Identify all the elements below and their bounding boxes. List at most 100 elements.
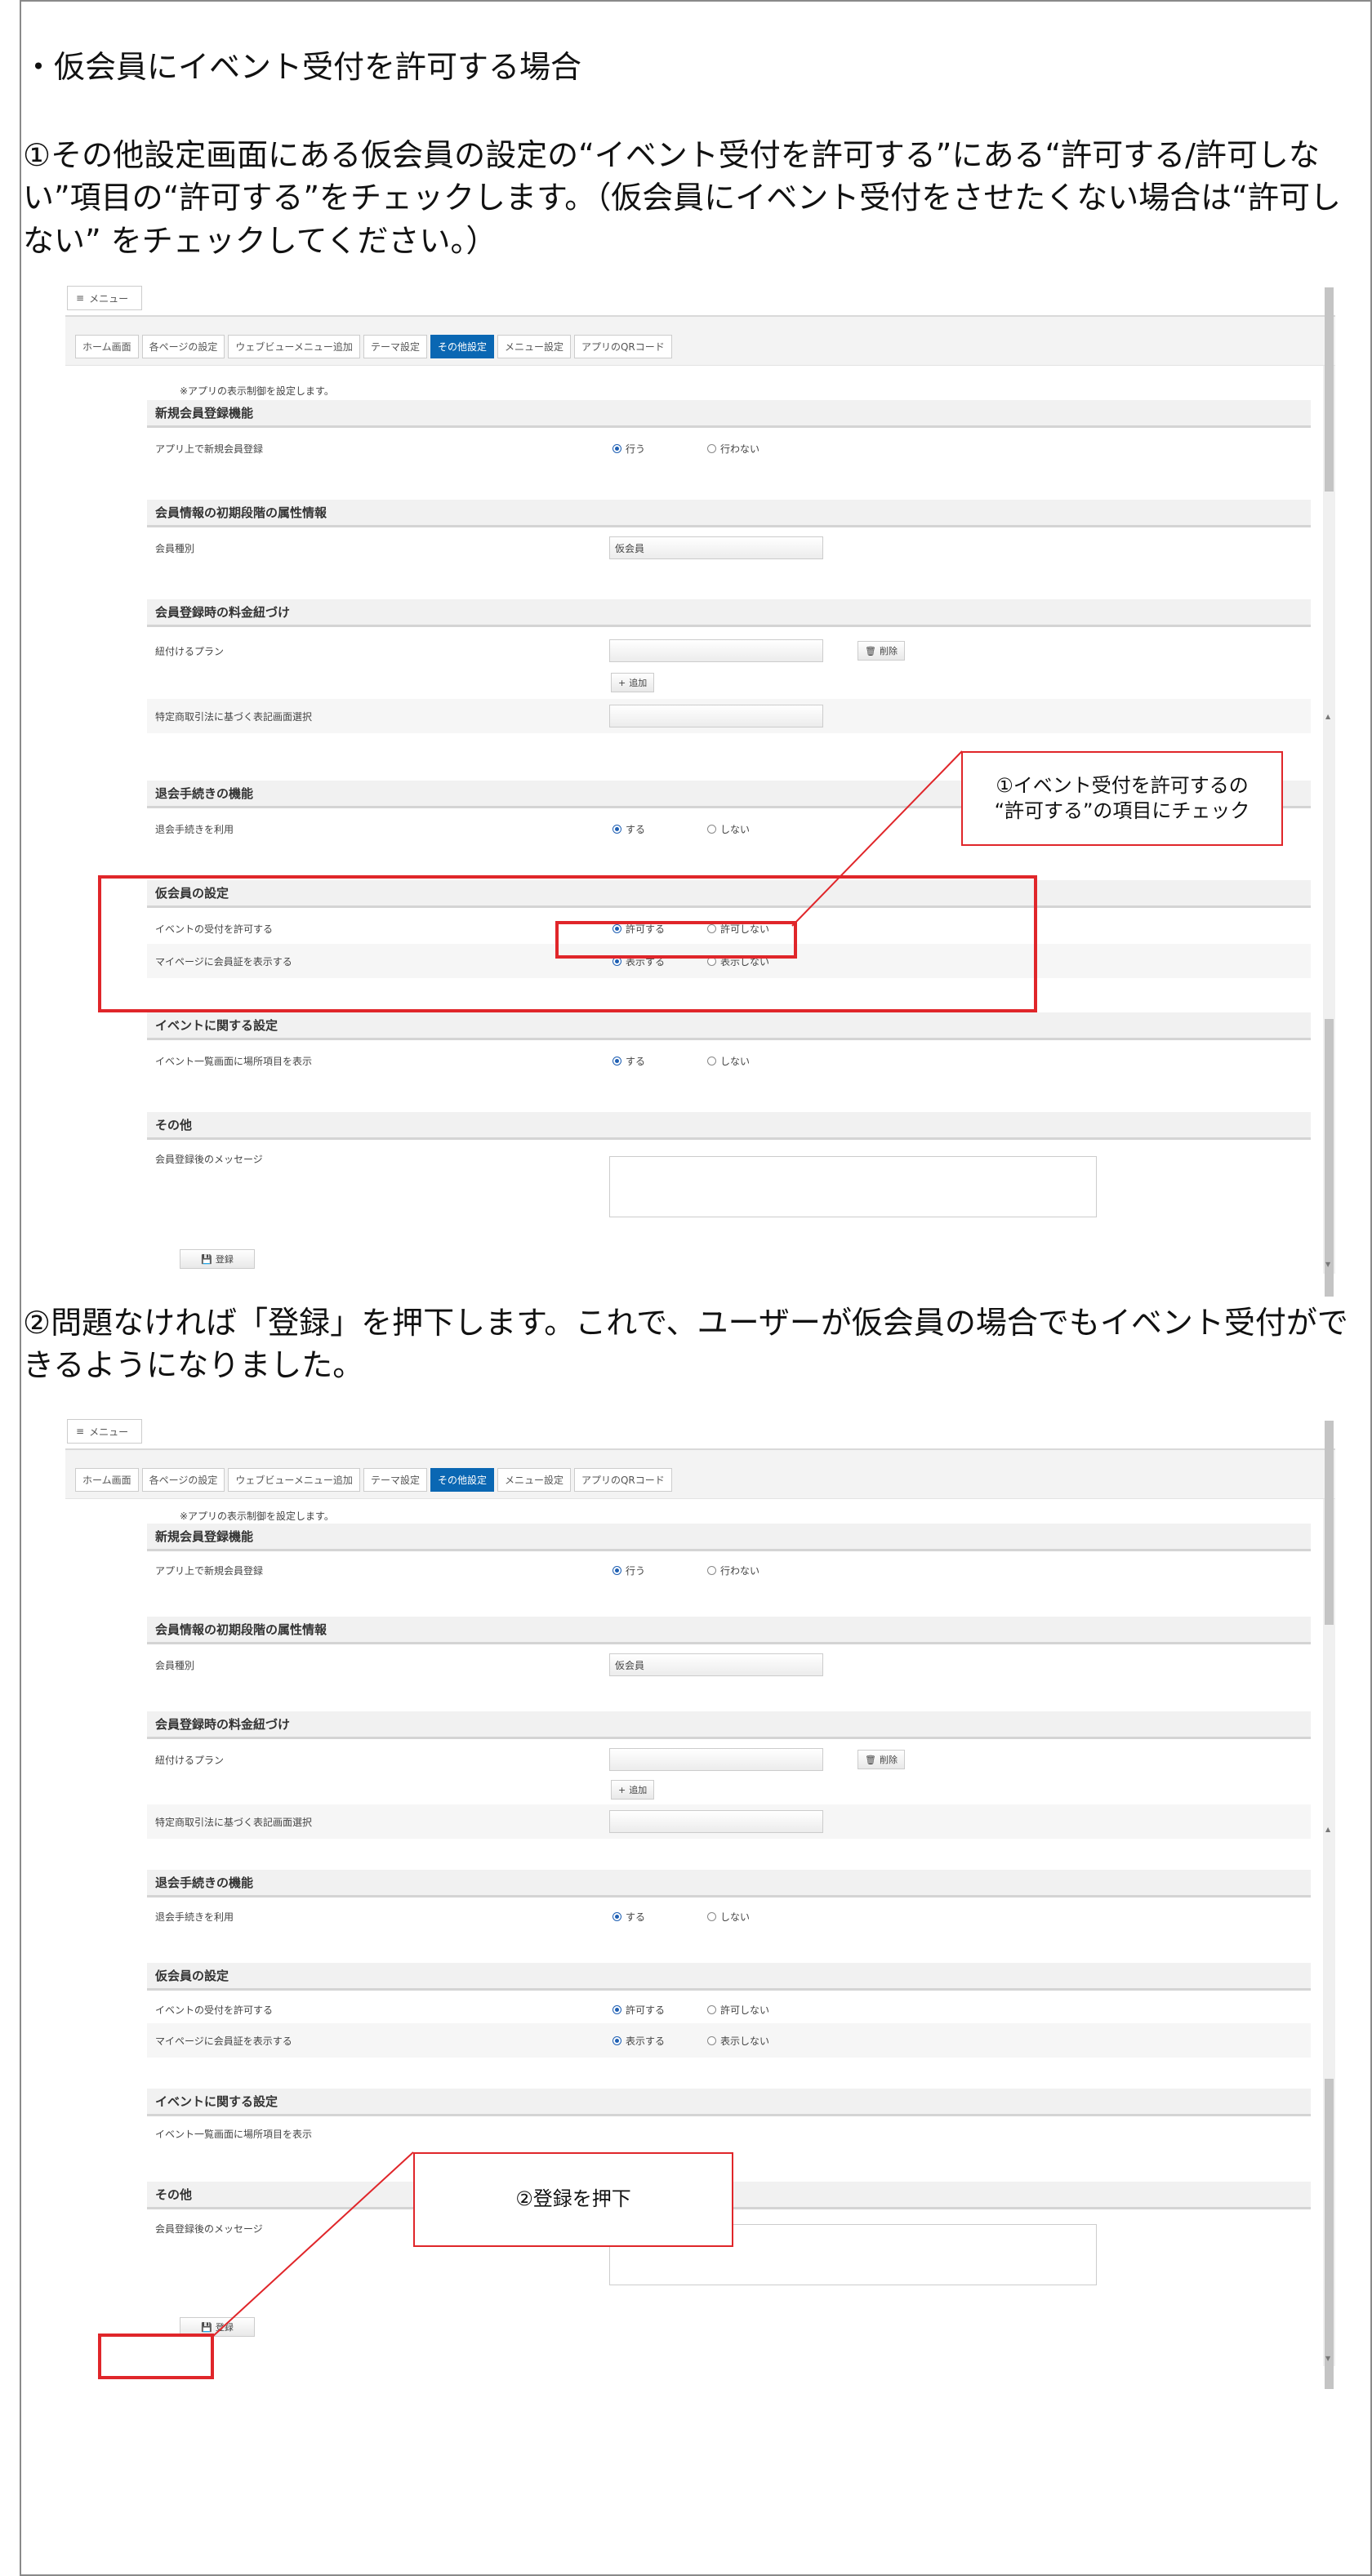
scroll-thumb-top[interactable] — [1325, 287, 1334, 492]
law-notation-select[interactable] — [609, 705, 823, 727]
label-law-notation: 特定商取引法に基づく表記画面選択 — [155, 710, 313, 723]
row-withdraw: 退会手続きを利用 する しない — [147, 1899, 1311, 1933]
row-event-permit: イベントの受付を許可する 許可する 許可しない — [147, 1992, 1311, 2027]
callout-step2: ②登録を押下 — [413, 2152, 733, 2247]
plus-icon: + — [618, 677, 626, 688]
label-event-location: イベント一覧画面に場所項目を表示 — [155, 1055, 313, 1067]
step2-text: ②問題なければ「登録」を押下します。これで、ユーザーが仮会員の場合でもイベント受… — [23, 1305, 1348, 1384]
menu-button[interactable]: ≡ メニュー — [67, 1419, 142, 1444]
label-event-location: イベント一覧画面に場所項目を表示 — [155, 2128, 313, 2140]
tab-list: ホーム画面 各ページの設定 ウェブビューメニュー追加 テーマ設定 その他設定 メ… — [75, 1468, 672, 1492]
tab-list: ホーム画面 各ページの設定 ウェブビューメニュー追加 テーマ設定 その他設定 メ… — [75, 335, 672, 358]
delete-plan-button[interactable]: 🗑 削除 — [858, 641, 905, 661]
member-type-select[interactable]: 仮会員 — [609, 1653, 823, 1676]
radio-new-member-no[interactable]: 行わない — [707, 1564, 760, 1577]
row-plan: 紐付けるプラン 🗑 削除 — [147, 1742, 1311, 1777]
tab-menu-settings[interactable]: メニュー設定 — [497, 1468, 571, 1492]
register-button[interactable]: 💾 登録 — [180, 1249, 255, 1269]
add-plan-button[interactable]: + 追加 — [611, 673, 655, 692]
row-law-notation: 特定商取引法に基づく表記画面選択 — [147, 699, 1311, 733]
radio-new-member-yes[interactable]: 行う — [612, 442, 645, 456]
section-fee-link: 会員登録時の料金紐づけ — [147, 1711, 1311, 1739]
tab-webview-menu[interactable]: ウェブビューメニュー追加 — [228, 1468, 360, 1492]
hamburger-icon: ≡ — [76, 1426, 85, 1437]
label-member-type: 会員種別 — [155, 542, 195, 554]
tab-webview-menu[interactable]: ウェブビューメニュー追加 — [228, 335, 360, 358]
tab-home[interactable]: ホーム画面 — [75, 1468, 139, 1492]
radio-event-permit-no[interactable]: 許可しない — [707, 2003, 769, 2017]
tab-menu-settings[interactable]: メニュー設定 — [497, 335, 571, 358]
scrollbar[interactable]: ▲ ▲ ▼ — [1323, 1421, 1335, 2389]
section-withdraw: 退会手続きの機能 — [147, 1870, 1311, 1898]
menu-button[interactable]: ≡ メニュー — [67, 286, 142, 310]
permit-option-highlight — [555, 921, 797, 959]
row-new-member: アプリ上で新規会員登録 行う 行わない — [147, 431, 1311, 465]
radio-withdraw-no[interactable]: しない — [707, 822, 750, 836]
label-law-notation: 特定商取引法に基づく表記画面選択 — [155, 1816, 313, 1828]
scroll-thumb[interactable] — [1325, 1019, 1334, 1297]
plan-select[interactable] — [609, 639, 823, 662]
label-member-type: 会員種別 — [155, 1659, 195, 1671]
label-withdraw: 退会手続きを利用 — [155, 1911, 234, 1923]
section-event: イベントに関する設定 — [147, 2089, 1311, 2116]
delete-plan-button[interactable]: 🗑 削除 — [858, 1750, 905, 1769]
section-initial-attr: 会員情報の初期段階の属性情報 — [147, 1617, 1311, 1644]
section-event: イベントに関する設定 — [147, 1012, 1311, 1040]
row-member-card: マイページに会員証を表示する 表示する 表示しない — [147, 2023, 1311, 2058]
label-member-card: マイページに会員証を表示する — [155, 2035, 292, 2047]
scroll-mid-icon: ▲ — [1325, 1826, 1331, 1833]
tab-page-settings[interactable]: 各ページの設定 — [141, 1468, 225, 1492]
tab-page-settings[interactable]: 各ページの設定 — [141, 335, 225, 358]
tab-home[interactable]: ホーム画面 — [75, 335, 139, 358]
row-event-location: イベント一覧画面に場所項目を表示 — [147, 2116, 1311, 2151]
scrollbar[interactable]: ▲ ▲ ▼ — [1323, 287, 1335, 1297]
scroll-down-icon[interactable]: ▼ — [1325, 1261, 1330, 1268]
member-type-select[interactable]: 仮会員 — [609, 536, 823, 559]
tab-qr-code[interactable]: アプリのQRコード — [573, 335, 672, 358]
scroll-down-icon[interactable]: ▼ — [1325, 2355, 1330, 2362]
hamburger-icon: ≡ — [76, 292, 85, 304]
add-plan-button[interactable]: + 追加 — [611, 1780, 655, 1800]
tab-theme[interactable]: テーマ設定 — [363, 335, 427, 358]
radio-member-card-no[interactable]: 表示しない — [707, 2034, 769, 2048]
radio-withdraw-no[interactable]: しない — [707, 1910, 750, 1924]
radio-withdraw-yes[interactable]: する — [612, 822, 645, 836]
radio-member-card-yes[interactable]: 表示する — [612, 2034, 665, 2048]
label-message: 会員登録後のメッセージ — [155, 1153, 263, 1165]
row-member-type: 会員種別 仮会員 — [147, 531, 1311, 565]
scroll-thumb-top[interactable] — [1325, 1421, 1334, 1625]
register-button-highlight — [98, 2334, 214, 2379]
row-event-location: イベント一覧画面に場所項目を表示 する しない — [147, 1043, 1311, 1078]
section-heading: ・仮会員にイベント受付を許可する場合 — [23, 49, 582, 85]
radio-new-member-yes[interactable]: 行う — [612, 1564, 645, 1577]
section-new-member: 新規会員登録機能 — [147, 1524, 1311, 1551]
row-law-notation: 特定商取引法に基づく表記画面選択 — [147, 1804, 1311, 1839]
plan-select[interactable] — [609, 1748, 823, 1771]
note-text: ※アプリの表示制御を設定します。 — [180, 385, 334, 397]
tab-qr-code[interactable]: アプリのQRコード — [573, 1468, 672, 1492]
radio-event-location-no[interactable]: しない — [707, 1054, 750, 1068]
radio-withdraw-yes[interactable]: する — [612, 1910, 645, 1924]
law-notation-select[interactable] — [609, 1810, 823, 1833]
radio-new-member-no[interactable]: 行わない — [707, 442, 760, 456]
section-new-member: 新規会員登録機能 — [147, 400, 1311, 428]
message-textarea[interactable] — [609, 1156, 1097, 1217]
plus-icon: + — [618, 1784, 626, 1795]
row-new-member: アプリ上で新規会員登録 行う 行わない — [147, 1553, 1311, 1587]
label-new-member: アプリ上で新規会員登録 — [155, 443, 264, 455]
tab-other-settings[interactable]: その他設定 — [430, 1468, 494, 1492]
radio-event-permit-yes[interactable]: 許可する — [612, 2003, 665, 2017]
label-event-permit: イベントの受付を許可する — [155, 2004, 274, 2016]
note-text: ※アプリの表示制御を設定します。 — [180, 1510, 334, 1522]
scroll-thumb[interactable] — [1325, 2079, 1334, 2389]
radio-event-location-yes[interactable]: する — [612, 1054, 645, 1068]
trash-icon: 🗑 — [865, 645, 876, 656]
scroll-mid-icon: ▲ — [1325, 713, 1331, 720]
callout-step1: ①イベント受付を許可するの “許可する”の項目にチェック — [961, 751, 1283, 846]
trash-icon: 🗑 — [865, 1754, 876, 1765]
label-message: 会員登録後のメッセージ — [155, 2222, 263, 2235]
tab-other-settings[interactable]: その他設定 — [430, 335, 494, 358]
tab-theme[interactable]: テーマ設定 — [363, 1468, 427, 1492]
label-new-member: アプリ上で新規会員登録 — [155, 1564, 264, 1577]
section-fee-link: 会員登録時の料金紐づけ — [147, 599, 1311, 627]
